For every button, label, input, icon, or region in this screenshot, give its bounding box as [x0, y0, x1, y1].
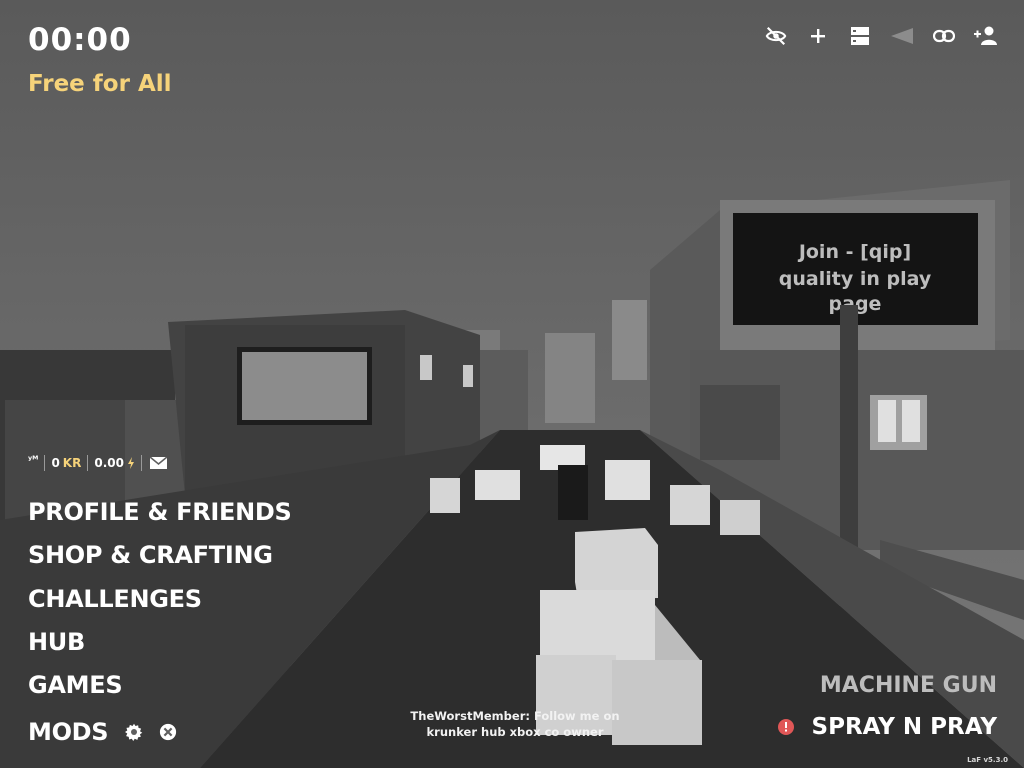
player-stats-bar: ʸᴹ 0 KR 0.00: [28, 455, 167, 471]
game-mode-label: Free for All: [28, 71, 172, 97]
menu-hub[interactable]: HUB: [28, 624, 292, 667]
version-label: LaF v5.3.0: [967, 756, 1008, 764]
barrier: [605, 460, 650, 500]
alert-icon: [777, 719, 794, 735]
divider: [44, 455, 46, 471]
username[interactable]: ʸᴹ: [28, 455, 38, 466]
menu-mods[interactable]: MODS: [28, 714, 109, 750]
menu-shop-crafting[interactable]: SHOP & CRAFTING: [28, 537, 292, 580]
close-icon[interactable]: [158, 722, 178, 742]
main-menu: PROFILE & FRIENDS SHOP & CRAFTING CHALLE…: [28, 494, 292, 754]
secondary-weapon: MACHINE GUN: [819, 673, 997, 698]
player-figure: [558, 465, 588, 520]
divider: [140, 455, 142, 471]
menu-games[interactable]: GAMES: [28, 667, 292, 710]
distant-building: [545, 333, 595, 423]
primary-weapon-row: SPRAY N PRAY: [777, 709, 997, 745]
chat-message: TheWorstMember: Follow me on krunker hub…: [410, 709, 620, 739]
barrier: [475, 470, 520, 500]
divider: [87, 455, 89, 471]
junk-amount: 0.00: [94, 456, 124, 470]
primary-weapon: SPRAY N PRAY: [811, 714, 997, 740]
barrier: [670, 485, 710, 525]
add-icon[interactable]: [806, 24, 830, 48]
distant-building: [612, 300, 647, 380]
menu-profile-friends[interactable]: PROFILE & FRIENDS: [28, 494, 292, 537]
weapon-panel: MACHINE GUN SPRAY N PRAY: [777, 671, 997, 745]
menu-challenges[interactable]: CHALLENGES: [28, 581, 292, 624]
speaker-icon[interactable]: [890, 24, 914, 48]
junk-icon: [127, 457, 135, 469]
gear-icon[interactable]: [124, 722, 144, 742]
menu-mods-row: MODS: [28, 710, 292, 753]
server-browser-icon[interactable]: [848, 24, 872, 48]
svg-text:Join - [qip]: Join - [qip]: [797, 241, 911, 263]
svg-text:quality in play: quality in play: [779, 268, 932, 290]
match-timer: 00:00: [28, 22, 132, 58]
barrier: [430, 478, 460, 513]
invite-link-icon[interactable]: [932, 24, 956, 48]
hide-ui-icon[interactable]: [764, 24, 788, 48]
top-toolbar: [764, 24, 998, 48]
barrier: [720, 500, 760, 535]
kr-amount: 0: [51, 456, 60, 470]
crate-top: [575, 528, 658, 600]
crate: [540, 590, 655, 660]
add-friend-icon[interactable]: [974, 24, 998, 48]
kr-label: KR: [62, 456, 82, 470]
mail-icon[interactable]: [149, 457, 167, 469]
